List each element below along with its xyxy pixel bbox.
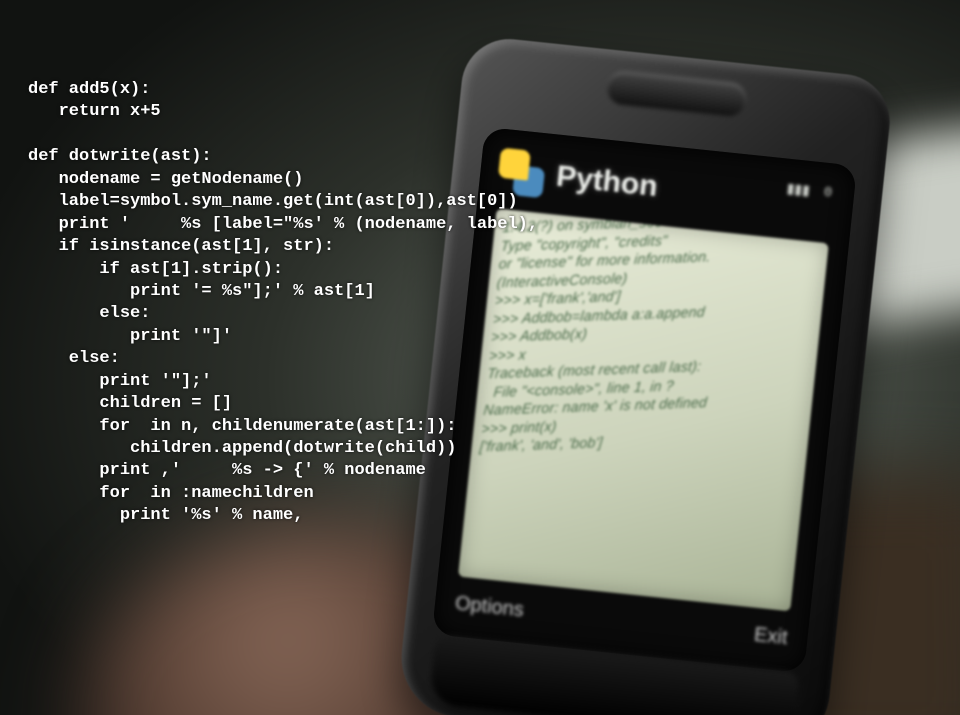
- signal-icon: ▮▮▮: [786, 181, 811, 200]
- softkey-exit[interactable]: Exit: [753, 623, 789, 649]
- code-overlay: def add5(x): return x+5 def dotwrite(ast…: [28, 79, 538, 528]
- photo-scene: Python ▮▮▮ 0 1.4.2(?) on symbian_s60 Typ…: [0, 0, 960, 715]
- app-title: Python: [555, 160, 660, 204]
- status-zero: 0: [823, 185, 833, 203]
- softkey-options[interactable]: Options: [454, 592, 525, 622]
